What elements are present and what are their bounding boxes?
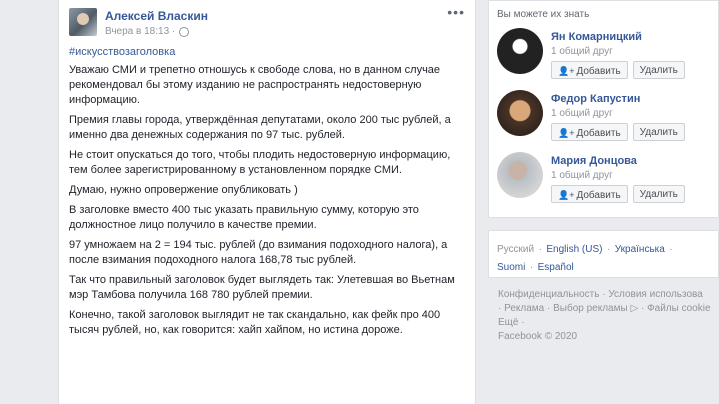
post-meta: Вчера в 18:13 · (105, 26, 208, 37)
post-paragraph: Уважаю СМИ и трепетно отношусь к свободе… (69, 64, 441, 106)
person-item: Федор Капустин 1 общий друг 👤+ Добавить У… (497, 90, 710, 152)
footer-link[interactable]: Конфиденциальность (498, 289, 599, 300)
ad-choices-icon: ▷ (630, 303, 639, 314)
person-item: Ян Комарницкий 1 общий друг 👤+ Добавить У… (497, 28, 710, 90)
author-avatar[interactable] (69, 8, 97, 36)
post-card: Алексей Власкин Вчера в 18:13 · ••• #иск… (58, 0, 476, 404)
mutual-friends[interactable]: 1 общий друг (551, 46, 685, 57)
post-paragraph: Не стоит опускаться до того, чтобы плоди… (69, 149, 451, 176)
post-paragraph: Конечно, такой заголовок выглядит не так… (69, 309, 441, 336)
remove-button[interactable]: Удалить (632, 185, 685, 203)
language-option[interactable]: Español (538, 262, 574, 273)
post-paragraph: В заголовке вместо 400 тыс указать прави… (69, 204, 419, 231)
post-body: Уважаю СМИ и трепетно отношусь к свободе… (69, 63, 465, 338)
post-time[interactable]: Вчера в 18:13 · (105, 26, 175, 37)
post-paragraph: Так что правильный заголовок будет выгля… (69, 274, 455, 301)
person-name[interactable]: Ян Комарницкий (551, 31, 685, 43)
person-item: Мария Донцова 1 общий друг 👤+ Добавить Уд… (497, 152, 710, 214)
footer-link[interactable]: Выбор рекламы (553, 303, 628, 314)
footer-link[interactable]: Реклама (504, 303, 544, 314)
globe-icon (179, 26, 190, 37)
copyright: Facebook © 2020 (498, 331, 578, 342)
language-option[interactable]: Suomi (497, 262, 525, 273)
mutual-friends[interactable]: 1 общий друг (551, 108, 685, 119)
language-option[interactable]: Українська (615, 244, 665, 255)
footer-links: Конфиденциальность · Условия использова … (498, 289, 711, 342)
pymk-title: Вы можете их знать (497, 9, 590, 20)
add-friend-button[interactable]: 👤+ Добавить (551, 123, 628, 141)
remove-button[interactable]: Удалить (632, 61, 685, 79)
people-you-may-know: Вы можете их знать Ян Комарницкий 1 общи… (488, 0, 719, 218)
post-paragraph: Премия главы города, утверждённая депута… (69, 114, 451, 141)
add-friend-button[interactable]: 👤+ Добавить (551, 185, 628, 203)
person-avatar[interactable] (497, 90, 543, 136)
right-sidebar: Вы можете их знать Ян Комарницкий 1 общи… (488, 0, 719, 404)
post-hashtag[interactable]: #искусствозаголовка (69, 46, 465, 58)
add-friend-icon: 👤+ (558, 190, 575, 200)
footer-link[interactable]: Файлы cookie (647, 303, 710, 314)
language-option[interactable]: English (US) (546, 244, 602, 255)
person-name[interactable]: Мария Донцова (551, 155, 685, 167)
ellipsis-icon[interactable]: ••• (447, 4, 465, 20)
footer-link[interactable]: Ещё (498, 317, 518, 328)
mutual-friends[interactable]: 1 общий друг (551, 170, 685, 181)
add-friend-icon: 👤+ (558, 66, 575, 76)
add-friend-icon: 👤+ (558, 128, 575, 138)
language-current[interactable]: Русский (497, 244, 534, 255)
person-avatar[interactable] (497, 152, 543, 198)
add-friend-button[interactable]: 👤+ Добавить (551, 61, 628, 79)
footer-link[interactable]: Условия использова (608, 289, 702, 300)
remove-button[interactable]: Удалить (632, 123, 685, 141)
post-paragraph: 97 умножаем на 2 = 194 тыс. рублей (до в… (69, 239, 448, 266)
person-name[interactable]: Федор Капустин (551, 93, 685, 105)
post-header: Алексей Власкин Вчера в 18:13 · (69, 6, 465, 42)
author-name[interactable]: Алексей Власкин (105, 9, 208, 23)
post-paragraph: Думаю, нужно опровержение опубликовать ) (69, 184, 298, 196)
language-selector: Русский · English (US) · Українська · Su… (488, 230, 719, 278)
person-avatar[interactable] (497, 28, 543, 74)
